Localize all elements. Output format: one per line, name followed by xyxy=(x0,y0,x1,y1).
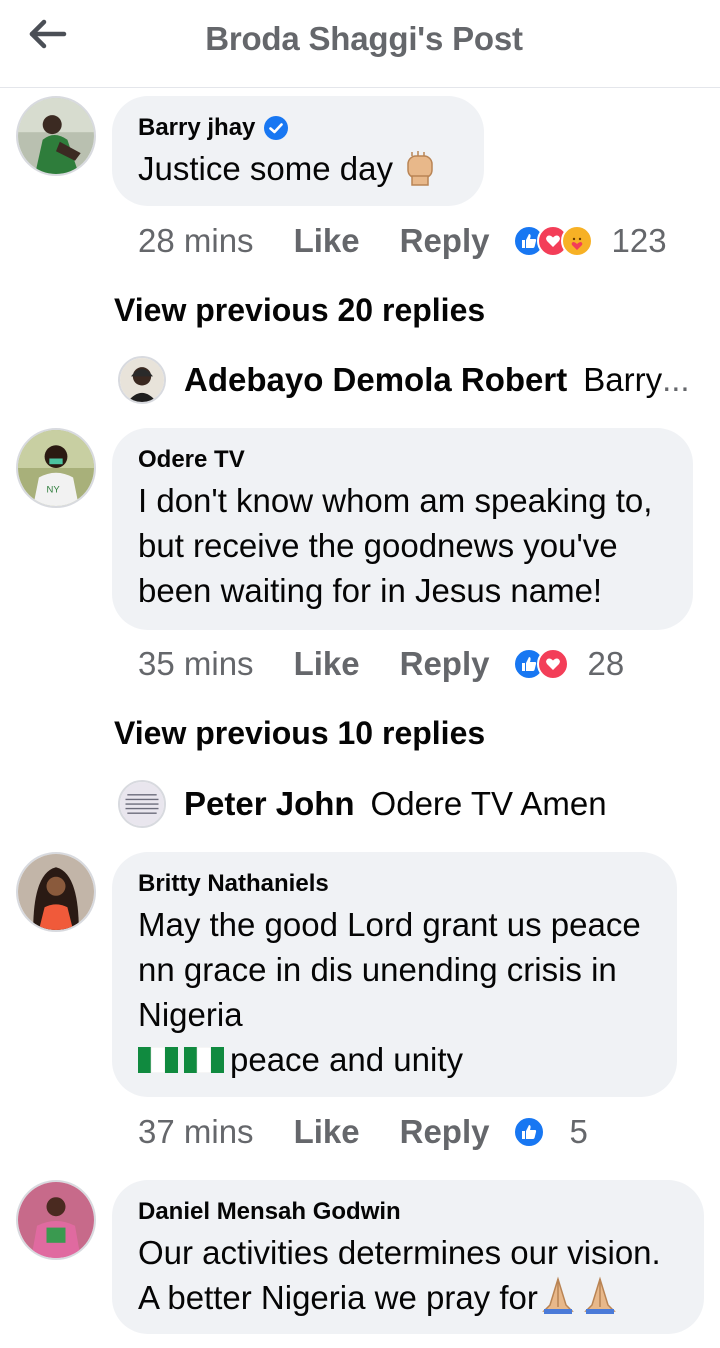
timestamp[interactable]: 28 mins xyxy=(138,222,254,260)
comment-bubble[interactable]: Barry jhay Justice some day xyxy=(112,96,484,206)
comment-line: but receive the goodnews you've xyxy=(138,527,618,564)
comment-text-content: Justice some day xyxy=(138,150,393,187)
top-bar: Broda Shaggi's Post xyxy=(0,0,720,88)
reply-text: Barry xyxy=(583,361,663,398)
comment-bubble[interactable]: Britty Nathaniels May the good Lord gran… xyxy=(112,852,677,1097)
reply-preview[interactable]: Adebayo Demola Robert Barry ... xyxy=(118,356,690,404)
comment-line: A better Nigeria we pray for xyxy=(138,1275,678,1326)
comment-actions: 35 mins Like Reply 28 xyxy=(138,645,624,683)
comment-line: peace and unity xyxy=(138,1037,651,1082)
comment-actions: 37 mins Like Reply 5 xyxy=(138,1113,588,1151)
avatar[interactable] xyxy=(118,356,166,404)
comment-line: been waiting for in Jesus name! xyxy=(138,572,603,609)
comment-line: Nigeria xyxy=(138,996,243,1033)
comment-line: Our activities determines our vision. xyxy=(138,1234,661,1271)
love-reaction-icon xyxy=(537,648,570,680)
nigeria-flag-icon xyxy=(138,1039,178,1074)
reaction-summary[interactable] xyxy=(513,1116,546,1148)
avatar[interactable] xyxy=(16,852,96,932)
reaction-summary[interactable] xyxy=(513,225,594,257)
raised-fist-icon xyxy=(402,146,438,197)
comment-text: I don't know whom am speaking to, but re… xyxy=(138,478,667,613)
nigeria-flag-icon xyxy=(184,1039,224,1074)
reply-text: Odere TV Amen xyxy=(370,785,607,822)
reaction-summary[interactable] xyxy=(513,648,570,680)
reply-preview[interactable]: Peter John Odere TV Amen xyxy=(118,780,607,828)
comment-line: May the good Lord grant us peace xyxy=(138,906,641,943)
comment-text: Justice some day xyxy=(138,146,458,197)
comment-author[interactable]: Barry jhay xyxy=(138,114,458,142)
avatar[interactable] xyxy=(118,780,166,828)
reaction-count[interactable]: 5 xyxy=(569,1113,587,1151)
comment-text: May the good Lord grant us peace nn grac… xyxy=(138,902,651,1082)
reply-author[interactable]: Adebayo Demola Robert xyxy=(184,361,567,399)
reaction-count[interactable]: 28 xyxy=(587,645,624,683)
folded-hands-icon xyxy=(538,1275,622,1326)
author-name[interactable]: Odere TV xyxy=(138,446,245,474)
reply-button[interactable]: Reply xyxy=(400,645,490,683)
reply-ellipsis: ... xyxy=(662,361,690,398)
avatar[interactable] xyxy=(16,96,96,176)
view-previous-replies-link[interactable]: View previous 10 replies xyxy=(114,715,485,752)
comment-author[interactable]: Britty Nathaniels xyxy=(138,870,651,898)
comment-line: nn grace in dis unending crisis in xyxy=(138,951,617,988)
author-name[interactable]: Britty Nathaniels xyxy=(138,870,329,898)
comment-bubble[interactable]: Daniel Mensah Godwin Our activities dete… xyxy=(112,1180,704,1334)
comment-text: Our activities determines our vision. A … xyxy=(138,1230,678,1326)
like-button[interactable]: Like xyxy=(294,645,360,683)
reaction-count[interactable]: 123 xyxy=(611,222,666,260)
author-name[interactable]: Barry jhay xyxy=(138,114,255,142)
comment-author[interactable]: Daniel Mensah Godwin xyxy=(138,1198,678,1226)
timestamp[interactable]: 35 mins xyxy=(138,645,254,683)
comment-line-text: peace and unity xyxy=(230,1041,464,1078)
like-button[interactable]: Like xyxy=(294,222,360,260)
verified-badge-icon xyxy=(263,115,289,141)
like-reaction-icon xyxy=(513,1116,546,1148)
view-previous-replies-link[interactable]: View previous 20 replies xyxy=(114,292,485,329)
svg-text:NY: NY xyxy=(47,485,61,496)
avatar[interactable] xyxy=(16,1180,96,1260)
comment-line-text: A better Nigeria we pray for xyxy=(138,1279,538,1316)
reply-author[interactable]: Peter John xyxy=(184,785,355,823)
comment-author[interactable]: Odere TV xyxy=(138,446,667,474)
reply-button[interactable]: Reply xyxy=(400,1113,490,1151)
avatar[interactable]: NY xyxy=(16,428,96,508)
comment-bubble[interactable]: Odere TV I don't know whom am speaking t… xyxy=(112,428,693,630)
comment-actions: 28 mins Like Reply 123 xyxy=(138,222,667,260)
timestamp[interactable]: 37 mins xyxy=(138,1113,254,1151)
author-name[interactable]: Daniel Mensah Godwin xyxy=(138,1198,401,1226)
page-title: Broda Shaggi's Post xyxy=(205,20,523,57)
comment-line: I don't know whom am speaking to, xyxy=(138,482,653,519)
care-reaction-icon xyxy=(561,225,594,257)
like-button[interactable]: Like xyxy=(294,1113,360,1151)
reply-button[interactable]: Reply xyxy=(400,222,490,260)
